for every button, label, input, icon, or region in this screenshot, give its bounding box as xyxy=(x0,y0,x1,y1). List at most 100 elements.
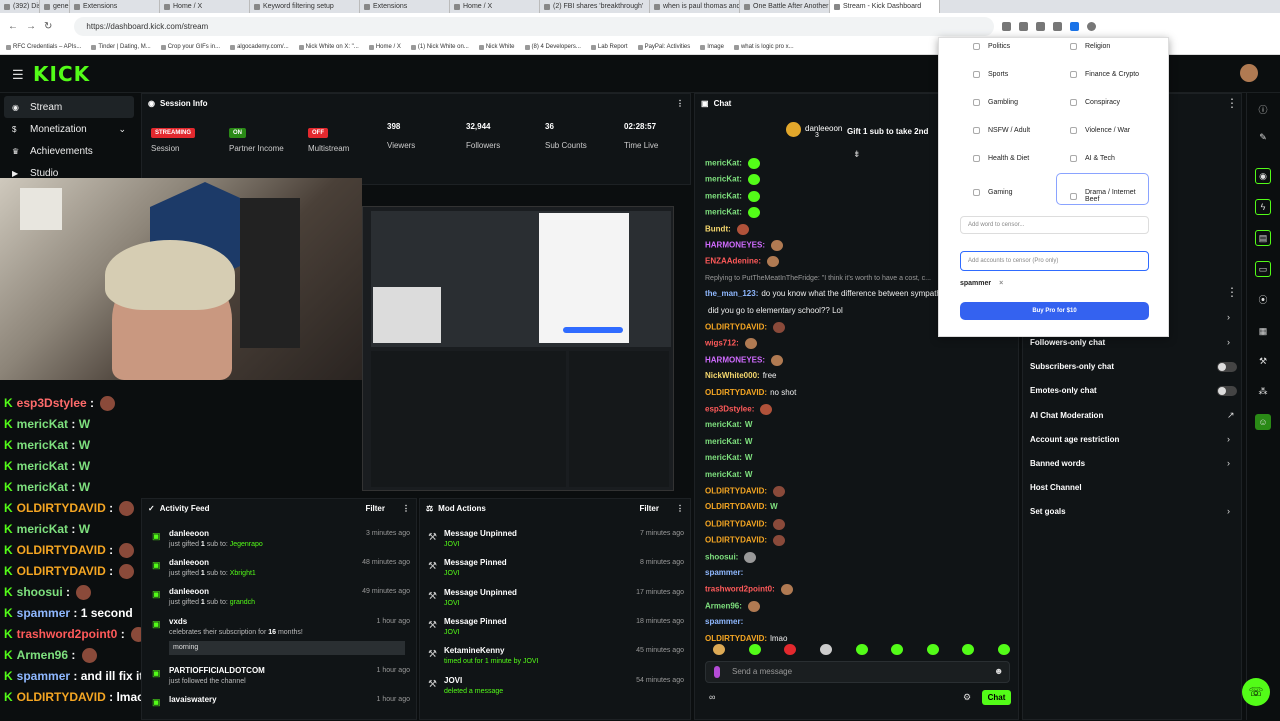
bookmark-link[interactable]: Lab Report xyxy=(590,44,628,50)
extension-icon[interactable] xyxy=(1070,22,1080,31)
checkbox-icon[interactable] xyxy=(973,189,980,196)
category-checkbox[interactable]: Religion xyxy=(1070,43,1110,50)
activity-user[interactable]: danleeoon xyxy=(169,529,209,538)
chat-username[interactable]: ENZAAdenine: xyxy=(705,257,761,266)
chat-username[interactable]: OLDIRTYDAVID: xyxy=(705,388,767,397)
bookmark-link[interactable]: what is logic pro x... xyxy=(733,44,794,50)
chevron-down-icon[interactable]: ⌄ xyxy=(118,124,126,135)
external-link-icon[interactable]: ↗ xyxy=(1227,410,1235,421)
mod-action-by[interactable]: deleted a message xyxy=(444,688,503,695)
chevron-right-icon[interactable]: › xyxy=(1227,434,1230,444)
category-checkbox[interactable]: Gambling xyxy=(973,99,1018,106)
activity-target[interactable]: Jegenrapo xyxy=(230,541,263,548)
bookmark-link[interactable]: PayPal: Activities xyxy=(637,44,690,50)
chevron-right-icon[interactable]: › xyxy=(1227,337,1230,347)
chat-username[interactable]: OLDIRTYDAVID: xyxy=(705,502,767,511)
mod-action-by[interactable]: JOVI xyxy=(444,541,460,548)
chat-username[interactable]: HARMONEYES: xyxy=(705,241,765,250)
chat-username[interactable]: esp3Dstylee: xyxy=(705,405,754,414)
checkbox-icon[interactable] xyxy=(973,99,980,106)
checkbox-icon[interactable] xyxy=(1070,127,1077,134)
category-checkbox[interactable]: Gaming xyxy=(973,189,1013,196)
browser-tab[interactable]: Extensions xyxy=(70,0,160,13)
category-checkbox[interactable]: Sports xyxy=(973,71,1008,78)
more-icon[interactable]: ⋮ xyxy=(402,504,410,513)
chat-username[interactable]: the_man_123: xyxy=(705,289,758,298)
chat-username[interactable]: HARMONEYES: xyxy=(705,355,765,364)
browser-tab[interactable]: Extensions xyxy=(360,0,450,13)
activity-target[interactable]: Xbright1 xyxy=(230,570,256,577)
browser-tab[interactable]: Keyword filtering setup xyxy=(250,0,360,13)
chat-username[interactable]: NickWhite000: xyxy=(705,371,760,380)
extension-icon[interactable] xyxy=(1019,22,1029,31)
checkbox-icon[interactable] xyxy=(973,43,980,50)
wrench-icon[interactable]: ⚒ xyxy=(1255,353,1271,369)
bolt-icon[interactable]: ϟ xyxy=(1255,199,1271,215)
checkbox-icon[interactable] xyxy=(1070,71,1077,78)
back-icon[interactable]: ← xyxy=(8,21,18,32)
extension-icon[interactable] xyxy=(1053,22,1063,31)
emote-icon[interactable] xyxy=(819,644,832,655)
bookmark-link[interactable]: RFC Credentials – APIs... xyxy=(6,44,81,50)
checkbox-icon[interactable] xyxy=(1070,43,1077,50)
chevron-right-icon[interactable]: › xyxy=(1227,458,1230,468)
mod-action-by[interactable]: JOVI xyxy=(444,629,460,636)
extension-icon[interactable] xyxy=(1002,22,1012,31)
category-checkbox[interactable]: Conspiracy xyxy=(1070,99,1120,106)
setting-subscribers-only-chat[interactable]: Subscribers-only chat xyxy=(1030,362,1114,371)
activity-target[interactable]: grandch xyxy=(230,599,255,606)
toggle-switch[interactable] xyxy=(1217,362,1237,373)
activity-user[interactable]: vxds xyxy=(169,617,187,626)
bookmark-link[interactable]: algocademy.com/... xyxy=(230,44,289,50)
chevron-right-icon[interactable]: › xyxy=(1227,312,1230,322)
emote-icon[interactable] xyxy=(962,644,975,655)
emote-icon[interactable] xyxy=(784,644,797,655)
users-icon[interactable]: ∞ xyxy=(709,692,715,702)
more-icon[interactable]: ⋮ xyxy=(1226,285,1238,299)
checkbox-icon[interactable] xyxy=(1070,155,1077,162)
browser-tab[interactable]: Home / X xyxy=(450,0,540,13)
chat-username[interactable]: Bundt: xyxy=(705,224,731,233)
chat-username[interactable]: OLDIRTYDAVID: xyxy=(705,536,767,545)
setting-ai-chat-moderation[interactable]: AI Chat Moderation xyxy=(1030,411,1103,420)
chat-username[interactable]: mericKat: xyxy=(705,420,742,429)
browser-tab[interactable]: when is paul thomas anders... xyxy=(650,0,740,13)
chevron-right-icon[interactable]: › xyxy=(1227,506,1230,516)
extension-icon[interactable] xyxy=(1036,22,1046,31)
checkbox-icon[interactable] xyxy=(1070,99,1077,106)
bookmark-link[interactable]: Crop your GIFs in... xyxy=(160,44,220,50)
emote-icon[interactable] xyxy=(891,644,904,655)
toggle-switch[interactable] xyxy=(1217,386,1237,397)
setting-account-age-restriction[interactable]: Account age restriction xyxy=(1030,435,1119,444)
emoji-icon[interactable]: ☻ xyxy=(994,666,1003,676)
chat-username[interactable]: wigs712: xyxy=(705,339,739,348)
filter-button[interactable]: Filter xyxy=(365,504,385,513)
buy-pro-button[interactable]: Buy Pro for $10 xyxy=(960,302,1149,320)
more-icon[interactable]: ⋮ xyxy=(676,504,684,513)
chat-username[interactable]: Replying to PutTheMeatInTheFridge: "I th… xyxy=(705,275,931,282)
browser-tab[interactable]: Stream - Kick Dashboard xyxy=(830,0,940,13)
profile-icon[interactable] xyxy=(1087,22,1097,31)
edit-icon[interactable]: ✎ xyxy=(1255,129,1271,145)
bookmark-link[interactable]: (1) Nick White on... xyxy=(410,44,469,50)
camera-icon[interactable]: ◉ xyxy=(1255,168,1271,184)
pin-icon[interactable]: ⇟ xyxy=(853,149,861,160)
bookmark-link[interactable]: Tinder | Dating, M... xyxy=(91,44,151,50)
forward-icon[interactable]: → xyxy=(26,21,36,32)
robot-icon[interactable]: ☺ xyxy=(1255,414,1271,430)
chat-username[interactable]: OLDIRTYDAVID: xyxy=(705,519,767,528)
activity-user[interactable]: danleeoon xyxy=(169,587,209,596)
activity-user[interactable]: lavaiswatery xyxy=(169,695,217,704)
chat-username[interactable]: mericKat: xyxy=(705,208,742,217)
sidebar-item-stream[interactable]: ◉ Stream xyxy=(4,96,134,118)
browser-tab[interactable]: (2) FBI shares 'breakthrough' xyxy=(540,0,650,13)
chat-bubble-icon[interactable]: ▭ xyxy=(1255,261,1271,277)
remove-tag-icon[interactable]: × xyxy=(999,280,1003,287)
filter-button[interactable]: Filter xyxy=(639,504,659,513)
multistream-badge[interactable]: OFF xyxy=(308,128,328,138)
top-gifter-name[interactable]: danleeoon xyxy=(805,124,842,133)
emote-icon[interactable] xyxy=(713,644,725,655)
chat-username[interactable]: mericKat: xyxy=(705,175,742,184)
category-checkbox[interactable]: Finance & Crypto xyxy=(1070,71,1139,78)
more-icon[interactable]: ⋮ xyxy=(676,99,684,108)
